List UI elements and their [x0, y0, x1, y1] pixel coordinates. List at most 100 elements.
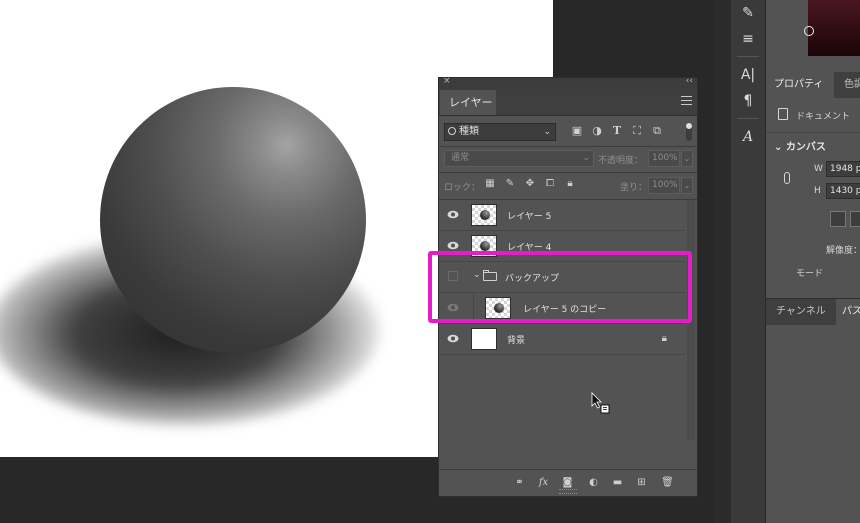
layer-name[interactable]: 背景 — [507, 333, 525, 346]
layer-row[interactable]: レイヤー 5 のコピー — [439, 293, 685, 324]
layer-thumbnail — [471, 328, 497, 350]
visibility-toggle-empty[interactable] — [448, 271, 458, 281]
tab-paths[interactable]: パス — [836, 299, 860, 325]
eye-icon[interactable] — [447, 210, 459, 219]
panel-titlebar: × ‹‹ — [439, 76, 697, 89]
opacity-dropdown-icon[interactable]: ⌄ — [681, 150, 693, 167]
panel-icon-strip: ✎ ≡ A| ¶ A — [730, 0, 766, 523]
resolution-label: 解像度： — [826, 246, 860, 256]
height-field[interactable]: 1430 p — [826, 183, 860, 199]
lock-image-icon[interactable]: ✎ — [504, 178, 516, 190]
layer-thumbnail — [471, 204, 497, 226]
chevron-down-icon: ⌄ — [543, 127, 551, 137]
link-icon[interactable]: ⚭ — [513, 476, 526, 489]
layers-panel: × ‹‹ レイヤー 種類 ⌄ ▣ ◑ T ⛶ ⧉ 通常 ⌄ 不透明度： 100%… — [438, 76, 698, 497]
eye-icon[interactable] — [447, 303, 459, 312]
folder-icon — [483, 270, 497, 281]
canvas-section-header[interactable]: ⌄ カンバス — [774, 138, 826, 153]
character-icon[interactable]: A| — [739, 66, 757, 84]
portrait-orientation-button[interactable] — [830, 211, 846, 227]
adjustments-icon[interactable]: ≡ — [739, 30, 757, 48]
mask-icon[interactable]: ◙ — [561, 476, 574, 489]
landscape-orientation-button[interactable] — [850, 211, 860, 227]
lock-label: ロック： — [444, 183, 481, 193]
filter-kind-label: 種類 — [459, 126, 479, 137]
document-icon — [778, 108, 788, 120]
color-picker-ring[interactable] — [804, 26, 814, 36]
paragraph-icon[interactable]: ¶ — [739, 92, 757, 110]
chevron-down-icon: ⌄ — [582, 153, 590, 163]
lock-all-icon[interactable]: 🔒︎ — [564, 178, 576, 190]
layer-row[interactable]: レイヤー 4 — [439, 231, 685, 262]
fill-dropdown-icon[interactable]: ⌄ — [681, 177, 693, 194]
layer-filter-row: 種類 ⌄ ▣ ◑ T ⛶ ⧉ — [444, 123, 694, 143]
layer-name[interactable]: レイヤー 5 — [507, 209, 551, 222]
group-name[interactable]: バックアップ — [505, 271, 559, 284]
lock-transparent-icon[interactable]: ▦ — [484, 178, 496, 190]
search-icon — [448, 127, 456, 135]
blend-row: 通常 ⌄ 不透明度： 100% ⌄ — [444, 150, 694, 168]
close-panel-icon[interactable]: × — [443, 76, 451, 86]
width-label: W — [814, 164, 823, 174]
scrollbar[interactable] — [687, 200, 695, 440]
document-label: ドキュメント — [796, 112, 851, 122]
width-field[interactable]: 1948 p — [826, 161, 860, 177]
opacity-field[interactable]: 100% — [648, 150, 680, 167]
divider — [439, 146, 697, 147]
shape-filter-icon[interactable]: ⛶ — [630, 124, 644, 138]
lock-artboard-icon[interactable]: ⧠ — [544, 178, 556, 190]
layer-row[interactable]: 背景 🔒︎ — [439, 324, 685, 355]
layer-row[interactable]: レイヤー 5 — [439, 200, 685, 231]
sphere-image — [100, 87, 366, 353]
eye-icon[interactable] — [447, 241, 459, 250]
collapse-panel-icon[interactable]: ‹‹ — [686, 76, 693, 86]
document-row: ドキュメント — [766, 98, 860, 133]
new-layer-icon[interactable]: ⊞ — [635, 476, 648, 489]
divider — [737, 56, 759, 57]
divider — [439, 172, 697, 173]
tab-color-adjust[interactable]: 色調 — [836, 72, 860, 98]
glyphs-icon[interactable]: A — [739, 128, 757, 146]
channels-tab-row: チャンネル パス — [766, 298, 860, 325]
layer-thumbnail — [485, 297, 511, 319]
layer-name[interactable]: レイヤー 5 のコピー — [523, 302, 606, 315]
tab-layers[interactable]: レイヤー — [440, 90, 496, 115]
lock-icon: 🔒︎ — [661, 333, 667, 344]
layer-group-row[interactable]: ⌄ バックアップ — [439, 262, 685, 293]
panel-footer: ⚭ fx ◙ ◐ ▬ ⊞ 🗑︎ — [439, 469, 697, 496]
adjustment-layer-icon[interactable]: ◐ — [587, 476, 600, 489]
filter-toggle[interactable] — [686, 123, 692, 141]
type-filter-icon[interactable]: T — [610, 124, 624, 138]
smart-object-filter-icon[interactable]: ⧉ — [650, 124, 664, 138]
width-row: W 1948 p — [766, 161, 860, 179]
layer-list: レイヤー 5 レイヤー 4 ⌄ バックアップ レイヤー 5 のコピー 背景 🔒︎ — [439, 200, 685, 355]
image-filter-icon[interactable]: ▣ — [570, 124, 584, 138]
blend-mode-value: 通常 — [451, 153, 470, 163]
chevron-down-icon[interactable]: ⌄ — [473, 270, 481, 280]
adjustment-filter-icon[interactable]: ◑ — [590, 124, 604, 138]
color-picker-field[interactable] — [804, 0, 860, 56]
fx-icon[interactable]: fx — [537, 476, 550, 489]
filter-kind-select[interactable]: 種類 ⌄ — [444, 123, 556, 141]
layer-thumbnail — [471, 235, 497, 257]
divider — [737, 118, 759, 119]
tab-channels[interactable]: チャンネル — [776, 299, 826, 325]
trash-icon[interactable]: 🗑︎ — [661, 476, 674, 489]
blend-mode-select[interactable]: 通常 ⌄ — [444, 150, 594, 167]
panel-menu-icon[interactable] — [681, 96, 692, 108]
opacity-label: 不透明度： — [598, 156, 644, 166]
lock-row: ロック： ▦ ✎ ✥ ⧠ 🔒︎ 塗り： 100% ⌄ — [444, 177, 694, 195]
group-indent — [473, 293, 474, 323]
fill-field[interactable]: 100% — [648, 177, 680, 194]
lock-position-icon[interactable]: ✥ — [524, 178, 536, 190]
layer-name[interactable]: レイヤー 4 — [507, 240, 551, 253]
resize-grip[interactable] — [559, 489, 577, 494]
mode-label: モード — [796, 269, 824, 279]
properties-panel: プロパティ 色調 ドキュメント ⌄ カンバス W 1948 p H 1430 p… — [766, 0, 860, 523]
tab-properties[interactable]: プロパティ — [766, 72, 834, 98]
brush-settings-icon[interactable]: ✎ — [739, 4, 757, 22]
new-group-icon[interactable]: ▬ — [611, 476, 624, 489]
mouse-pointer-icon — [591, 392, 610, 414]
eye-icon[interactable] — [447, 334, 459, 343]
canvas-header-label: カンバス — [785, 142, 826, 153]
